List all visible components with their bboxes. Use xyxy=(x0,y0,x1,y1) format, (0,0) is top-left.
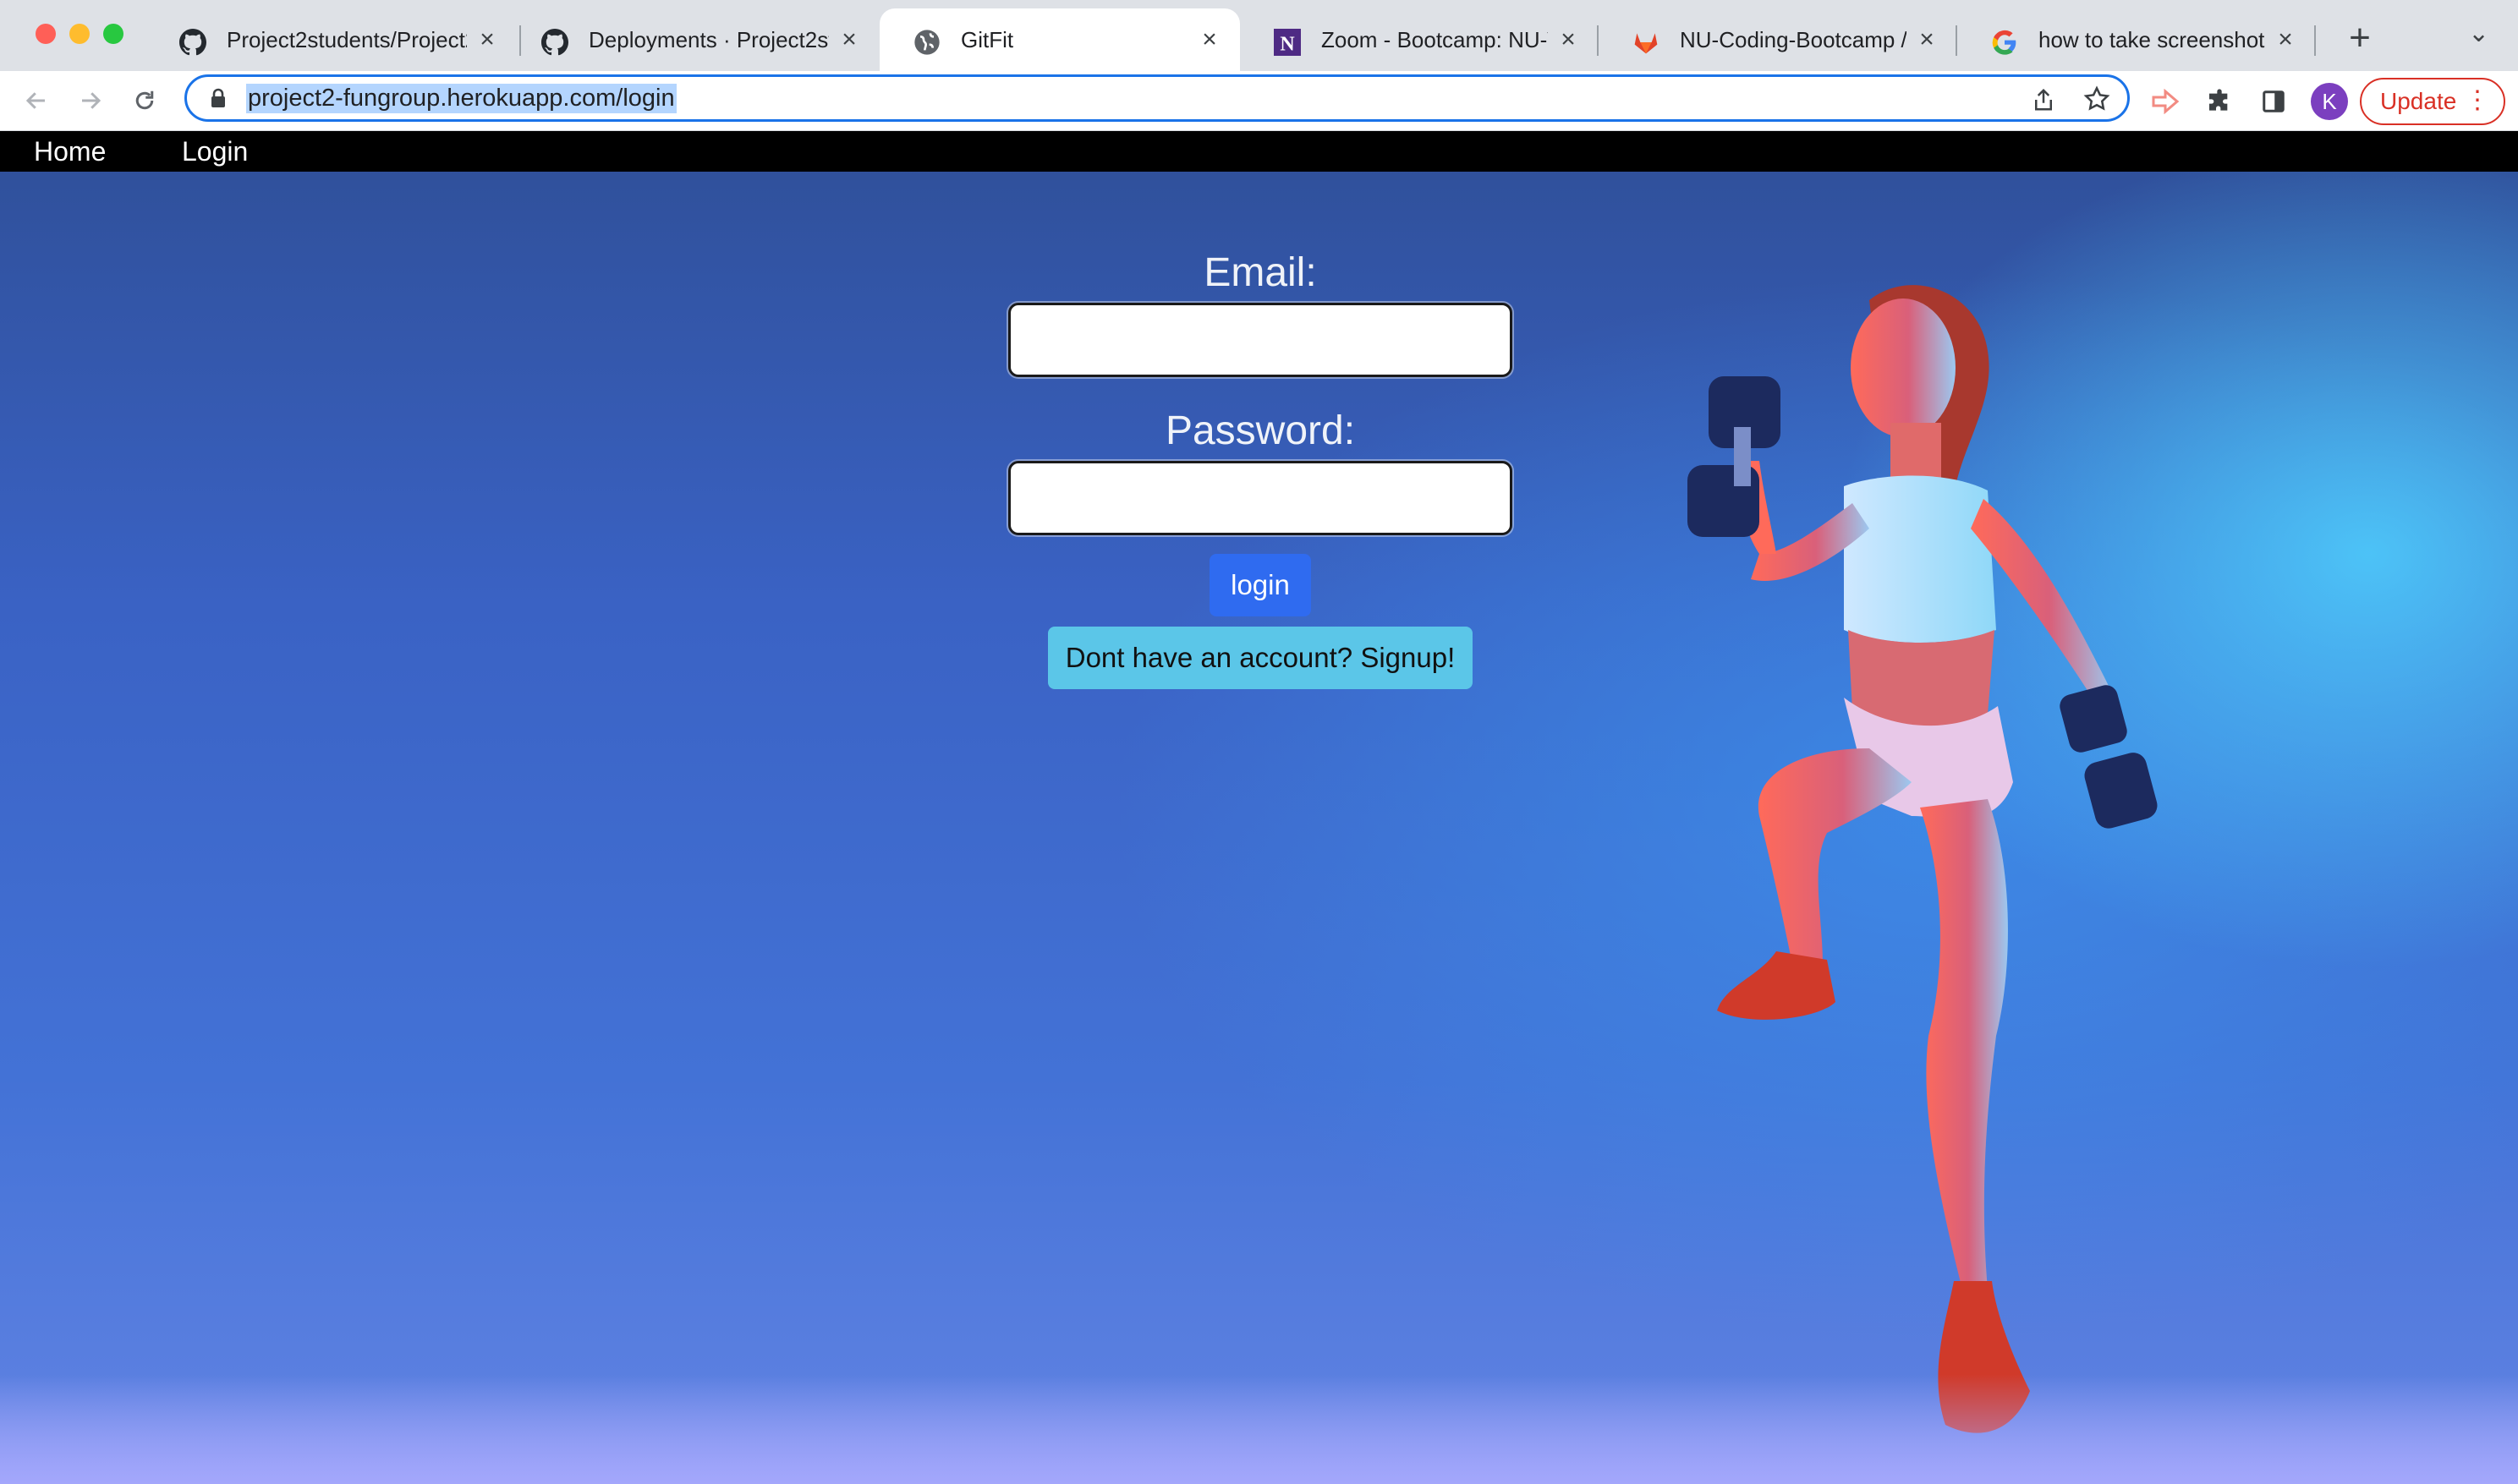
tab-title: NU-Coding-Bootcamp / N xyxy=(1680,26,1906,52)
page-viewport: Home Login Email: Password: login Dont h… xyxy=(0,131,2518,1484)
browser-tab[interactable]: how to take screenshot on × xyxy=(1957,8,2316,71)
url-text[interactable]: project2-fungroup.herokuapp.com/login xyxy=(246,83,677,113)
close-tab-icon[interactable]: × xyxy=(2274,25,2297,54)
tab-title: how to take screenshot on xyxy=(2038,26,2265,52)
password-field[interactable] xyxy=(1008,461,1512,535)
browser-tab-active[interactable]: GitFit × xyxy=(880,8,1240,71)
arrow-left-icon xyxy=(25,92,45,109)
northwestern-n-icon: N xyxy=(1274,29,1301,56)
email-field[interactable] xyxy=(1008,303,1512,377)
update-button[interactable]: Update ⋮ xyxy=(2360,78,2505,125)
login-button[interactable]: login xyxy=(1210,554,1311,616)
reload-icon xyxy=(135,90,154,110)
password-label: Password: xyxy=(1165,408,1356,453)
tab-search-chevron-icon[interactable]: ⌄ xyxy=(2468,19,2489,48)
signup-button[interactable]: Dont have an account? Signup! xyxy=(1048,627,1473,689)
browser-tab[interactable]: Project2students/Project2 × xyxy=(145,8,518,71)
google-icon xyxy=(1992,30,2016,55)
close-window-button[interactable] xyxy=(36,24,56,44)
close-tab-icon[interactable]: × xyxy=(837,25,861,54)
address-bar[interactable]: project2-fungroup.herokuapp.com/login xyxy=(184,74,2130,122)
share-icon[interactable] xyxy=(2031,87,2056,117)
arrow-right-icon xyxy=(82,92,101,109)
globe-icon xyxy=(914,30,940,55)
update-label: Update xyxy=(2380,88,2457,114)
dumbbell-2 xyxy=(2060,685,2158,829)
github-icon xyxy=(541,29,568,56)
maximize-window-button[interactable] xyxy=(103,24,123,44)
tab-title: Deployments · Project2stu xyxy=(589,26,829,52)
browser-tab[interactable]: N Zoom - Bootcamp: NU-VII × xyxy=(1240,8,1599,71)
menu-kebab-icon[interactable]: ⋮ xyxy=(2465,86,2490,115)
login-form: Email: Password: login Dont have an acco… xyxy=(1007,249,1514,689)
gitlab-icon xyxy=(1634,33,1658,54)
github-icon xyxy=(179,29,206,56)
profile-avatar[interactable]: K xyxy=(2311,83,2348,120)
close-tab-icon[interactable]: × xyxy=(1198,25,1221,54)
forward-button[interactable] xyxy=(71,81,110,120)
browser-toolbar: project2-fungroup.herokuapp.com/login K … xyxy=(0,71,2518,131)
nav-home-link[interactable]: Home xyxy=(34,136,106,167)
new-tab-button[interactable]: + xyxy=(2340,17,2380,59)
email-label: Email: xyxy=(1204,250,1317,295)
lock-icon[interactable] xyxy=(206,88,231,108)
side-panel-icon[interactable] xyxy=(2255,83,2292,120)
reload-button[interactable] xyxy=(125,81,164,120)
browser-tab[interactable]: NU-Coding-Bootcamp / N × xyxy=(1599,8,1957,71)
back-button[interactable] xyxy=(17,81,56,120)
minimize-window-button[interactable] xyxy=(69,24,90,44)
extensions-puzzle-icon[interactable] xyxy=(2201,83,2238,120)
nav-login-link[interactable]: Login xyxy=(182,136,248,167)
extension-arrow-icon[interactable] xyxy=(2147,83,2184,120)
tab-title: GitFit xyxy=(961,26,1014,52)
site-navbar: Home Login xyxy=(0,131,2518,172)
close-tab-icon[interactable]: × xyxy=(1556,25,1580,54)
bookmark-star-icon[interactable] xyxy=(2083,85,2110,117)
close-tab-icon[interactable]: × xyxy=(1915,25,1939,54)
tab-title: Zoom - Bootcamp: NU-VII xyxy=(1321,26,1548,52)
tab-title: Project2students/Project2 xyxy=(227,26,467,52)
browser-tab-strip: Project2students/Project2 × Deployments … xyxy=(0,0,2518,71)
browser-tab[interactable]: Deployments · Project2stu × xyxy=(507,8,880,71)
svg-text:N: N xyxy=(1280,33,1295,55)
tab-separator xyxy=(2314,25,2316,56)
close-tab-icon[interactable]: × xyxy=(475,25,499,54)
athlete-hero-image xyxy=(1687,285,2158,1433)
